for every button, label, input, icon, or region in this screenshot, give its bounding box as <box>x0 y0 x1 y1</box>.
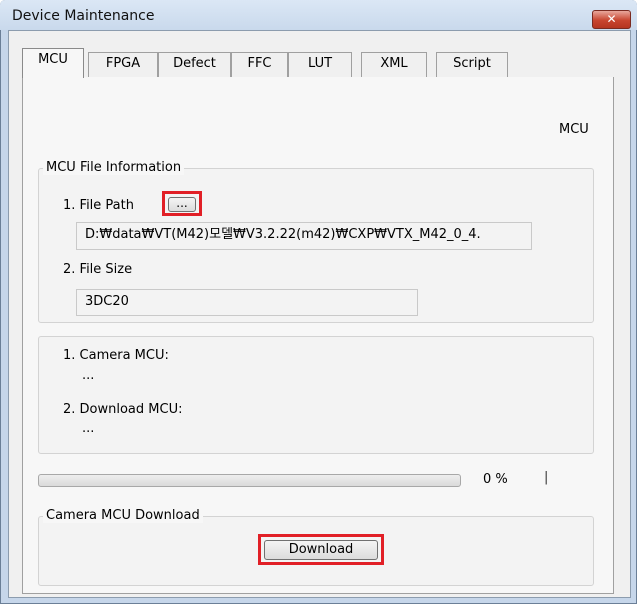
download-button-highlight <box>258 534 384 565</box>
file-size-label: 2. File Size <box>63 262 133 277</box>
download-mcu-value: ... <box>82 421 95 436</box>
download-progress-bar <box>38 474 461 487</box>
mcu-header-label: MCU <box>559 122 589 137</box>
window-title: Device Maintenance <box>12 8 155 24</box>
tab-fpga[interactable]: FPGA <box>88 52 158 77</box>
camera-mcu-label: 1. Camera MCU: <box>63 348 169 363</box>
tab-script[interactable]: Script <box>436 52 508 77</box>
file-path-label: 1. File Path <box>63 198 134 213</box>
progress-marker: | <box>544 470 549 485</box>
mcu-file-info-legend: MCU File Information <box>43 160 185 175</box>
tab-xml[interactable]: XML <box>361 52 427 77</box>
tab-ffc[interactable]: FFC <box>231 52 288 77</box>
close-icon[interactable]: ✕ <box>592 10 631 29</box>
camera-mcu-download-legend: Camera MCU Download <box>43 508 203 523</box>
tab-mcu[interactable]: MCU <box>22 48 84 78</box>
file-size-field: 3DC20 <box>76 289 418 316</box>
progress-percent: 0 % <box>483 472 508 487</box>
tab-lut[interactable]: LUT <box>288 52 352 77</box>
browse-button-highlight <box>162 191 202 216</box>
download-mcu-label: 2. Download MCU: <box>63 402 183 417</box>
tab-defect[interactable]: Defect <box>158 52 231 77</box>
file-path-field[interactable]: D:₩data₩VT(M42)모델₩V3.2.22(m42)₩CXP₩VTX_M… <box>76 222 532 250</box>
camera-mcu-value: ... <box>82 368 95 383</box>
